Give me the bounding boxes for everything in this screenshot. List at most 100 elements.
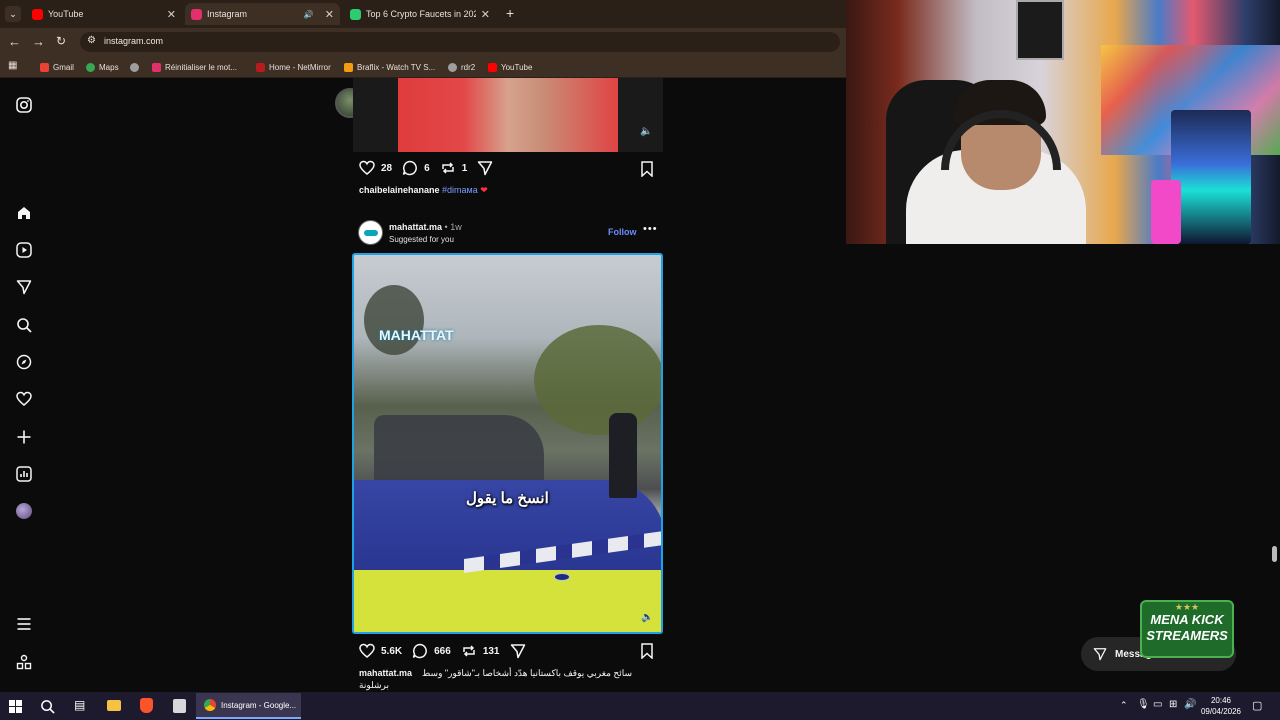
caption-username[interactable]: mahattat.ma bbox=[359, 668, 412, 678]
browser-tab-bar: ⌄ YouTube ✕ Instagram 🔊 ✕ Top 6 Crypto F… bbox=[0, 0, 846, 28]
post-caption: chaibelainehanane #dimaмa ❤ bbox=[359, 185, 488, 196]
bookmark-gmail[interactable]: Gmail bbox=[40, 60, 74, 74]
calculator-icon[interactable] bbox=[173, 699, 186, 713]
follow-button[interactable]: Follow bbox=[608, 227, 637, 237]
webcam-overlay bbox=[846, 0, 1280, 244]
search-icon[interactable] bbox=[16, 317, 32, 333]
explore-icon[interactable] bbox=[16, 354, 32, 370]
display-icon[interactable]: ▭ bbox=[1153, 699, 1162, 710]
comment-icon[interactable] bbox=[402, 160, 418, 176]
comment-icon[interactable] bbox=[412, 643, 428, 659]
create-icon[interactable] bbox=[16, 429, 32, 445]
close-icon[interactable]: ✕ bbox=[325, 8, 334, 21]
pc-case-lights bbox=[1171, 110, 1251, 244]
share-icon[interactable] bbox=[510, 643, 526, 659]
tab-youtube[interactable]: YouTube ✕ bbox=[26, 3, 182, 25]
file-explorer-icon[interactable] bbox=[107, 700, 121, 711]
bookmark-label: Home - NetMirror bbox=[269, 62, 331, 72]
address-bar[interactable]: ⚙ instagram.com bbox=[80, 32, 840, 52]
chevron-up-icon[interactable]: ⌃ bbox=[1120, 700, 1128, 711]
mute-icon[interactable]: 🔈 bbox=[641, 612, 653, 623]
save-icon[interactable] bbox=[640, 161, 654, 177]
task-view-icon[interactable]: ▤ bbox=[74, 698, 85, 712]
brave-icon[interactable] bbox=[140, 698, 153, 713]
microphone-icon[interactable]: 🎙 bbox=[1137, 699, 1150, 710]
browser-nav-bar: ← → ↻ ⚙ instagram.com bbox=[0, 28, 846, 56]
bookmark-braflix[interactable]: Braflix - Watch TV S... bbox=[344, 60, 435, 74]
close-icon[interactable]: ✕ bbox=[481, 8, 490, 21]
close-icon[interactable]: ✕ bbox=[167, 8, 176, 21]
post-video[interactable]: MAHATTAT انسخ ما يقول 🔈 bbox=[352, 253, 663, 634]
windows-taskbar: ▤ Instagram - Google... ⌃ 🎙 ▭ ⊞ 🔊 20:46 … bbox=[0, 692, 1280, 720]
apps-grid-icon[interactable]: ▦ bbox=[8, 60, 17, 71]
tab-menu-button[interactable]: ⌄ bbox=[5, 6, 21, 22]
mute-icon[interactable]: 🔈 bbox=[640, 126, 652, 137]
heart-icon[interactable] bbox=[16, 391, 32, 407]
bookmark-rdr2[interactable]: rdr2 bbox=[448, 60, 475, 74]
tab-crypto[interactable]: Top 6 Crypto Faucets in 2026 | ✕ bbox=[344, 3, 496, 25]
menu-icon[interactable] bbox=[16, 616, 32, 632]
tab-instagram[interactable]: Instagram 🔊 ✕ bbox=[185, 3, 340, 25]
share-icon[interactable] bbox=[477, 160, 493, 176]
home-icon[interactable] bbox=[16, 205, 32, 221]
direct-message-icon[interactable] bbox=[16, 279, 32, 295]
more-options-icon[interactable]: ••• bbox=[643, 223, 658, 235]
scrollbar-thumb[interactable] bbox=[1272, 546, 1277, 562]
bookmark-label: rdr2 bbox=[461, 62, 476, 72]
volume-icon[interactable]: 🔊 bbox=[1184, 699, 1196, 710]
caption-username[interactable]: chaibelainehanane bbox=[359, 185, 440, 195]
forward-icon[interactable]: → bbox=[32, 34, 45, 49]
windows-start-icon[interactable] bbox=[9, 700, 22, 713]
instagram-logo-icon[interactable] bbox=[16, 97, 32, 113]
stream-badge: ★★★ MENA KICK STREAMERS bbox=[1140, 600, 1234, 658]
repost-icon[interactable] bbox=[461, 643, 477, 659]
instagram-icon bbox=[152, 62, 161, 72]
taskbar-app-chrome[interactable]: Instagram - Google... bbox=[196, 693, 301, 719]
maps-icon bbox=[86, 62, 95, 72]
tree-shape bbox=[534, 325, 661, 435]
pink-light bbox=[1151, 180, 1181, 244]
mahattat-logo-icon bbox=[364, 230, 378, 236]
profile-avatar[interactable] bbox=[16, 503, 32, 519]
site-info-icon[interactable]: ⚙ bbox=[87, 35, 96, 46]
back-icon[interactable]: ← bbox=[8, 34, 21, 49]
comment-count: 6 bbox=[424, 162, 430, 174]
clock[interactable]: 20:46 09/04/2026 bbox=[1198, 695, 1244, 717]
post-media[interactable]: 🔈 bbox=[353, 78, 663, 152]
reels-icon[interactable] bbox=[16, 242, 32, 258]
network-icon[interactable]: ⊞ bbox=[1169, 699, 1177, 710]
bookmark-maps[interactable]: Maps bbox=[86, 60, 119, 74]
repost-count: 131 bbox=[482, 645, 500, 657]
bookmark-globe[interactable] bbox=[130, 60, 139, 74]
repost-count: 1 bbox=[461, 162, 468, 174]
bookmark-youtube[interactable]: YouTube bbox=[488, 60, 532, 74]
like-icon[interactable] bbox=[359, 160, 375, 176]
save-icon[interactable] bbox=[640, 643, 654, 659]
caption-hashtag[interactable]: #dimaмa bbox=[442, 185, 478, 195]
globe-icon bbox=[130, 62, 139, 72]
braflix-icon bbox=[344, 62, 353, 72]
youtube-icon bbox=[32, 8, 43, 20]
like-count: 28 bbox=[381, 162, 393, 174]
notification-icon[interactable]: ▢ bbox=[1252, 699, 1262, 712]
dashboard-icon[interactable] bbox=[16, 466, 32, 482]
taskbar-app-label: Instagram - Google... bbox=[221, 700, 297, 710]
apps-icon[interactable] bbox=[16, 654, 32, 670]
post-author-avatar[interactable] bbox=[358, 220, 383, 245]
tab-label: YouTube bbox=[48, 9, 84, 19]
search-icon[interactable] bbox=[40, 699, 55, 714]
like-icon[interactable] bbox=[359, 643, 375, 659]
repost-icon[interactable] bbox=[440, 160, 456, 176]
bookmark-reset-password[interactable]: Réinitialiser le mot... bbox=[152, 60, 237, 74]
globe-icon bbox=[448, 62, 457, 72]
author-username[interactable]: mahattat.ma bbox=[389, 222, 442, 232]
post-time: 1w bbox=[450, 222, 462, 232]
sidebar bbox=[0, 78, 48, 692]
post-subtitle: Suggested for you bbox=[389, 235, 454, 244]
speaker-icon[interactable]: 🔊 bbox=[304, 10, 314, 19]
reload-icon[interactable]: ↻ bbox=[56, 34, 66, 48]
bookmark-netmirror[interactable]: Home - NetMirror bbox=[256, 60, 331, 74]
caption-text-line2: برشلونة bbox=[359, 680, 389, 690]
new-tab-button[interactable]: + bbox=[506, 5, 514, 21]
clock-date: 09/04/2026 bbox=[1200, 707, 1242, 716]
